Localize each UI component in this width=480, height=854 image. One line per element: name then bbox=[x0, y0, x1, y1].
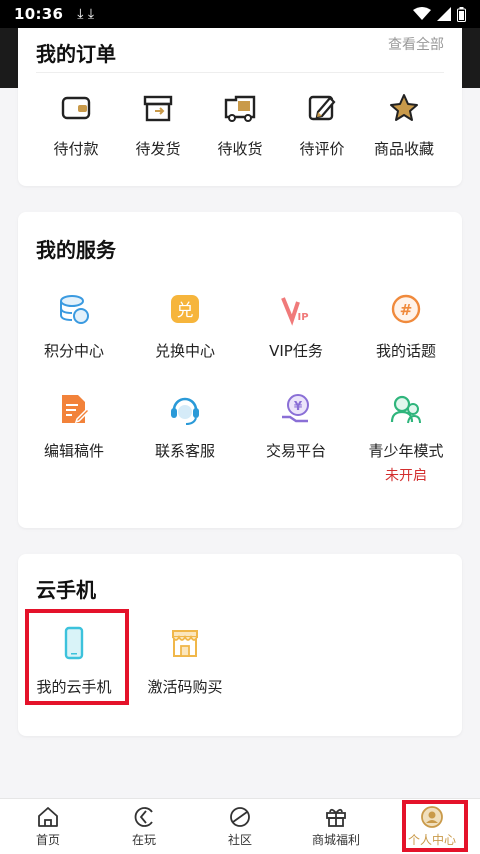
view-all-orders-link[interactable]: 查看全部 bbox=[388, 34, 444, 54]
hashtag-icon: # bbox=[391, 294, 421, 324]
status-bar: 10:36 ⤓ ⤓ bbox=[0, 0, 480, 28]
teen-icon bbox=[390, 395, 421, 424]
service-label: 兑换中心 bbox=[154, 342, 215, 360]
service-points-center[interactable]: 积分中心 bbox=[19, 292, 129, 361]
shop-icon bbox=[172, 630, 198, 657]
service-edit-drafts[interactable]: 编辑稿件 bbox=[19, 392, 129, 461]
order-label: 商品收藏 bbox=[373, 140, 434, 158]
headset-icon bbox=[171, 397, 199, 425]
nav-community[interactable]: 社区 bbox=[192, 799, 288, 854]
service-exchange-center[interactable]: 兑 兑换中心 bbox=[130, 292, 240, 361]
nav-mall-benefits[interactable]: 商城福利 bbox=[288, 799, 384, 854]
coins-icon bbox=[60, 295, 89, 324]
service-label: 青少年模式 bbox=[368, 442, 444, 460]
box-icon bbox=[143, 95, 173, 122]
svg-text:¥: ¥ bbox=[294, 399, 303, 413]
star-icon bbox=[390, 94, 418, 121]
cloud-item-label: 激活码购买 bbox=[147, 678, 223, 696]
teen-mode-status: 未开启 bbox=[385, 468, 427, 484]
exchange-icon: 兑 bbox=[171, 295, 199, 323]
order-pending-shipment[interactable]: 待发货 bbox=[114, 92, 202, 159]
service-label: 编辑稿件 bbox=[43, 442, 104, 460]
orders-card: 我的订单 查看全部 待付款 待发货 待收货 待评价 商品收藏 bbox=[18, 28, 462, 186]
download-icon: ⤓ ⤓ bbox=[77, 6, 95, 22]
orders-title: 我的订单 bbox=[36, 42, 116, 66]
play-icon bbox=[134, 807, 153, 827]
order-pending-payment[interactable]: 待付款 bbox=[32, 92, 120, 159]
nav-label: 首页 bbox=[35, 833, 60, 847]
order-label: 待收货 bbox=[217, 140, 263, 158]
order-label: 待发货 bbox=[135, 140, 181, 158]
order-favorites[interactable]: 商品收藏 bbox=[360, 92, 448, 159]
nav-label: 社区 bbox=[227, 833, 252, 847]
home-icon bbox=[38, 807, 58, 827]
edit-icon bbox=[308, 95, 336, 121]
order-label: 待付款 bbox=[53, 140, 99, 158]
service-trading-platform[interactable]: ¥ 交易平台 bbox=[241, 392, 351, 461]
nav-playing[interactable]: 在玩 bbox=[96, 799, 192, 854]
activation-code-purchase-button[interactable]: 激活码购买 bbox=[130, 626, 240, 697]
service-my-topics[interactable]: # 我的话题 bbox=[351, 292, 461, 361]
service-label: 联系客服 bbox=[154, 442, 215, 460]
service-label: VIP任务 bbox=[269, 342, 323, 360]
svg-text:兑: 兑 bbox=[177, 301, 194, 321]
truck-icon bbox=[224, 95, 256, 122]
community-icon bbox=[230, 807, 250, 827]
status-time: 10:36 bbox=[14, 5, 64, 23]
nav-label: 商城福利 bbox=[311, 833, 360, 847]
document-edit-icon bbox=[62, 395, 91, 424]
highlight-box bbox=[25, 609, 129, 705]
service-customer-support[interactable]: 联系客服 bbox=[130, 392, 240, 461]
nav-home[interactable]: 首页 bbox=[0, 799, 96, 854]
wifi-icon bbox=[413, 7, 431, 20]
vip-icon: IP bbox=[281, 297, 309, 326]
trade-icon: ¥ bbox=[282, 394, 309, 423]
gift-icon bbox=[326, 808, 346, 827]
signal-icon bbox=[437, 7, 451, 21]
wallet-icon bbox=[61, 96, 91, 120]
cloud-phone-title: 云手机 bbox=[36, 578, 96, 602]
order-label: 待评价 bbox=[299, 140, 345, 158]
service-label: 交易平台 bbox=[265, 442, 326, 460]
service-label: 积分中心 bbox=[43, 342, 104, 360]
order-pending-review[interactable]: 待评价 bbox=[278, 92, 366, 159]
orders-divider bbox=[36, 72, 444, 73]
battery-icon bbox=[457, 6, 466, 22]
svg-text:IP: IP bbox=[297, 312, 308, 323]
services-title: 我的服务 bbox=[36, 238, 116, 262]
nav-label: 在玩 bbox=[131, 833, 156, 847]
svg-text:#: # bbox=[400, 301, 413, 319]
services-card: 我的服务 积分中心 兑 兑换中心 IP VIP任务 # 我的话题 编辑稿件 联系… bbox=[18, 212, 462, 528]
highlight-box bbox=[402, 800, 468, 852]
order-pending-receipt[interactable]: 待收货 bbox=[196, 92, 284, 159]
service-label: 我的话题 bbox=[375, 342, 436, 360]
service-vip-tasks[interactable]: IP VIP任务 bbox=[241, 292, 351, 361]
service-teen-mode[interactable]: 青少年模式 未开启 bbox=[351, 392, 461, 485]
status-right bbox=[413, 6, 466, 22]
